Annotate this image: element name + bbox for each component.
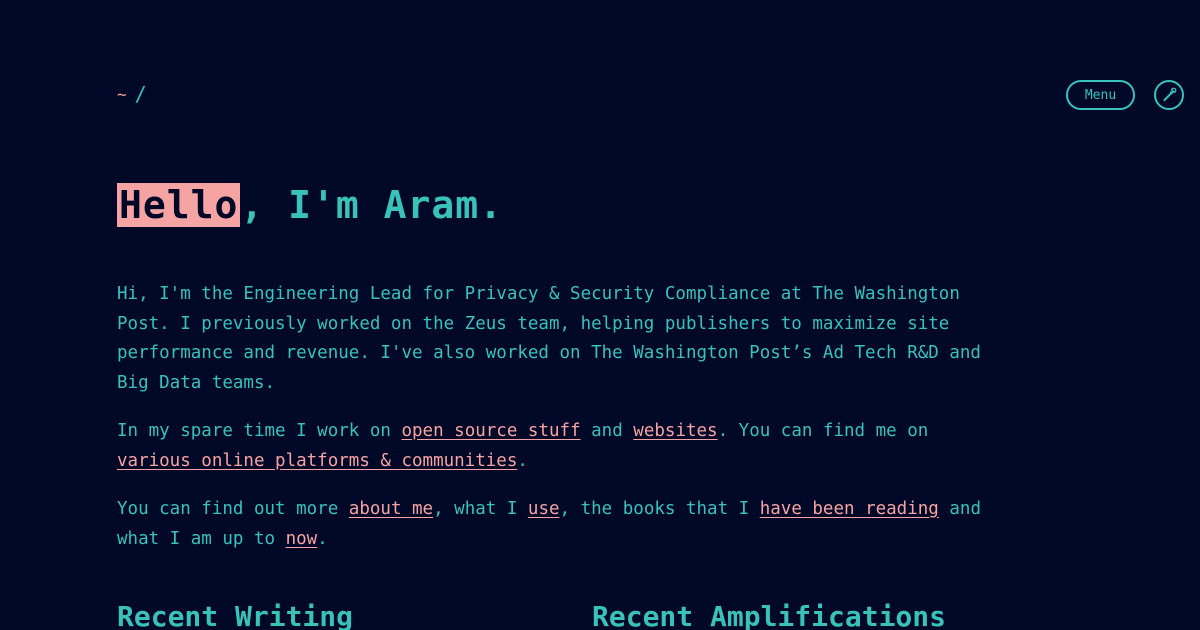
intro-text: . <box>317 528 328 549</box>
greeting-rest: , I'm Aram. <box>240 183 504 227</box>
intro-paragraph-3: You can find out more about me, what I u… <box>117 495 997 554</box>
home-logo-link[interactable]: ~ / <box>117 82 149 106</box>
websites-link[interactable]: websites <box>633 421 717 441</box>
logo-slash: / <box>134 82 149 106</box>
intro-text: . You can find me on <box>717 421 929 441</box>
intro-text: In my spare time I work on <box>117 421 402 441</box>
menu-button[interactable]: Menu <box>1066 80 1135 110</box>
recent-amplifications-heading: Recent Amplifications <box>592 600 947 630</box>
intro-text: and <box>580 421 634 441</box>
intro-text: , the books that I <box>559 499 760 519</box>
uses-link[interactable]: use <box>528 499 560 519</box>
intro-text: You can find out more <box>117 499 349 519</box>
about-me-link[interactable]: about me <box>349 499 433 519</box>
intro-content: Hi, I'm the Engineering Lead for Privacy… <box>117 280 997 573</box>
reading-link[interactable]: have been reading <box>760 499 939 519</box>
now-link[interactable]: now <box>286 529 318 549</box>
greeting-highlight: Hello <box>117 183 241 227</box>
intro-text: , what I <box>433 499 528 519</box>
intro-text: . <box>517 450 528 471</box>
logo-tilde: ~ <box>117 84 129 104</box>
recent-writing-heading: Recent Writing <box>117 600 354 630</box>
open-source-link[interactable]: open source stuff <box>401 421 580 441</box>
eyedropper-icon <box>1163 87 1177 102</box>
platforms-link[interactable]: various online platforms & communities <box>117 451 517 471</box>
intro-paragraph-2: In my spare time I work on open source s… <box>117 417 997 476</box>
page-title: Hello, I'm Aram. <box>117 180 503 230</box>
theme-toggle-button[interactable] <box>1154 80 1184 110</box>
intro-paragraph-1: Hi, I'm the Engineering Lead for Privacy… <box>117 284 981 393</box>
